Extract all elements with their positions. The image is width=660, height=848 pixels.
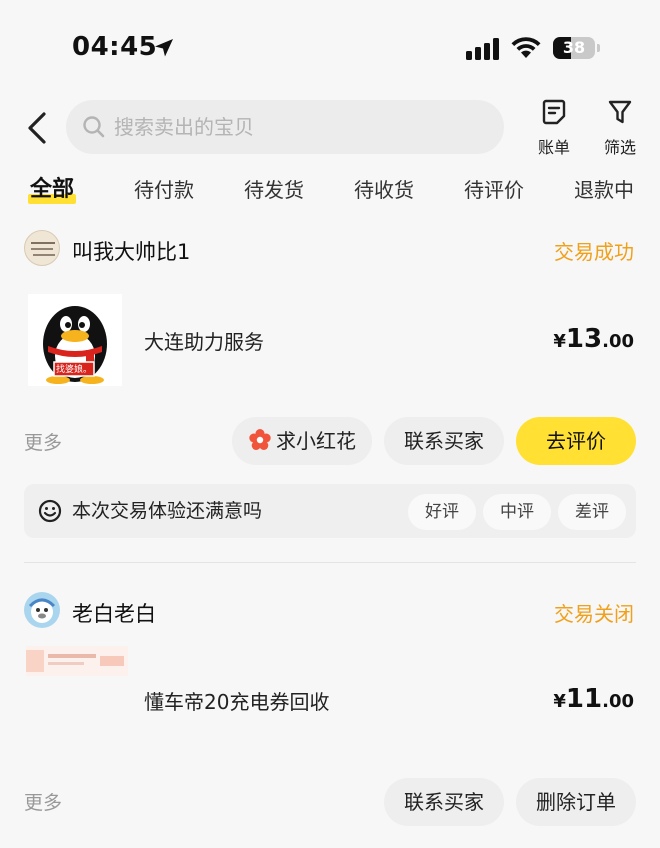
price-currency: ¥ <box>553 691 566 712</box>
bill-icon <box>542 99 566 125</box>
rating-bad-button[interactable]: 差评 <box>558 494 626 530</box>
order-status: 交易成功 <box>554 240 634 264</box>
battery-indicator: 38 <box>553 37 595 59</box>
location-arrow-icon <box>155 39 173 57</box>
more-button[interactable]: 更多 <box>24 428 62 455</box>
rating-question: 本次交易体验还满意吗 <box>72 500 263 522</box>
tab-pending-receipt[interactable]: 待收货 <box>354 170 414 210</box>
search-placeholder: 搜索卖出的宝贝 <box>114 115 254 139</box>
price-integer: 13 <box>565 324 603 354</box>
price-decimal: .00 <box>602 331 634 352</box>
tab-all-label: 全部 <box>30 177 75 202</box>
order-card[interactable]: 叫我大帅比1 交易成功 找婆娘。 大连助力服务 ¥13.00 更多 求小红花 联… <box>0 222 660 552</box>
rating-prompt-bar: 本次交易体验还满意吗 好评 中评 差评 <box>24 484 636 538</box>
tab-pending-shipment[interactable]: 待发货 <box>244 170 304 210</box>
price-decimal: .00 <box>602 691 634 712</box>
order-divider <box>24 562 636 563</box>
bill-button[interactable]: 账单 <box>526 98 582 158</box>
rating-neutral-button[interactable]: 中评 <box>483 494 551 530</box>
cellular-signal-icon <box>466 38 499 60</box>
item-price: ¥11.00 <box>553 684 634 714</box>
flower-icon <box>249 429 271 450</box>
order-status: 交易关闭 <box>554 602 634 626</box>
status-time: 04:45 <box>72 32 158 62</box>
tab-pending-payment[interactable]: 待付款 <box>134 170 194 210</box>
item-price: ¥13.00 <box>553 324 634 354</box>
battery-level: 38 <box>562 38 586 57</box>
contact-buyer-button[interactable]: 联系买家 <box>384 778 504 826</box>
seller-avatar[interactable] <box>24 230 60 266</box>
bill-label: 账单 <box>537 138 570 157</box>
coupon-image <box>26 646 128 676</box>
ask-flower-button[interactable]: 求小红花 <box>232 417 372 465</box>
item-title[interactable]: 大连助力服务 <box>144 326 264 355</box>
review-button[interactable]: 去评价 <box>516 417 636 465</box>
thumb-badge: 找婆娘。 <box>56 365 93 375</box>
tab-pending-review[interactable]: 待评价 <box>464 170 524 210</box>
tab-refunding[interactable]: 退款中 <box>574 170 634 210</box>
tab-all[interactable]: 全部 <box>28 170 77 210</box>
wifi-icon <box>511 37 541 58</box>
contact-buyer-button[interactable]: 联系买家 <box>384 417 504 465</box>
filter-icon <box>608 100 632 124</box>
order-card[interactable]: 老白老白 交易关闭 懂车帝20充电券回收 ¥11.00 更多 联系买家 删除订单 <box>0 586 660 836</box>
order-tabs: 全部 待付款 待发货 待收货 待评价 退款中 <box>0 170 660 210</box>
buyer-name[interactable]: 老白老白 <box>72 598 156 628</box>
item-thumbnail[interactable] <box>26 646 128 676</box>
price-currency: ¥ <box>553 331 566 352</box>
seller-avatar[interactable] <box>24 592 60 628</box>
item-title[interactable]: 懂车帝20充电券回收 <box>144 686 329 715</box>
more-button[interactable]: 更多 <box>24 788 62 815</box>
price-integer: 11 <box>565 684 603 714</box>
item-thumbnail[interactable]: 找婆娘。 <box>28 294 122 386</box>
ask-flower-label: 求小红花 <box>276 429 356 453</box>
back-arrow-icon[interactable] <box>22 108 52 148</box>
filter-label: 筛选 <box>603 138 636 157</box>
delete-order-button[interactable]: 删除订单 <box>516 778 636 826</box>
rating-good-button[interactable]: 好评 <box>408 494 476 530</box>
buyer-name[interactable]: 叫我大帅比1 <box>72 236 190 266</box>
battery-tip <box>597 44 600 52</box>
status-bar: 04:45 38 <box>0 0 660 96</box>
smile-face-icon <box>38 499 62 523</box>
search-bar[interactable]: 搜索卖出的宝贝 <box>66 100 504 154</box>
search-icon <box>83 116 105 138</box>
filter-button[interactable]: 筛选 <box>592 98 648 158</box>
